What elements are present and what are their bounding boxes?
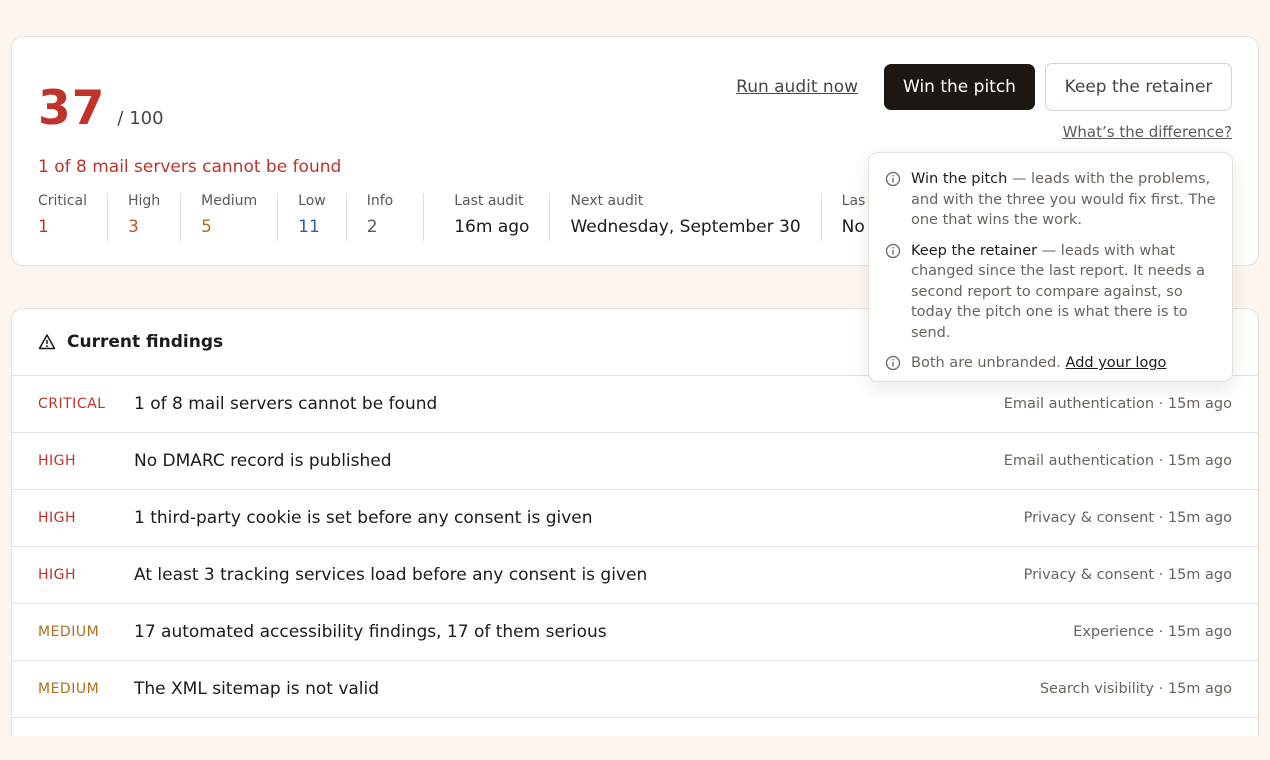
stat-info: Info 2 bbox=[367, 193, 425, 241]
finding-text: The XML sitemap is not valid bbox=[134, 679, 380, 699]
finding-row[interactable]: HIGH 1 third-party cookie is set before … bbox=[12, 490, 1258, 547]
whats-the-difference-link[interactable]: What’s the difference? bbox=[1063, 123, 1232, 141]
finding-meta: Privacy & consent · 15m ago bbox=[1023, 567, 1232, 583]
keep-retainer-button[interactable]: Keep the retainer bbox=[1045, 63, 1232, 111]
finding-row[interactable]: MEDIUM 17 automated accessibility findin… bbox=[12, 604, 1258, 661]
popover-item-win-pitch: Win the pitch — leads with the problems,… bbox=[885, 169, 1216, 231]
score-max: / 100 bbox=[117, 108, 164, 129]
stat-label: Critical bbox=[38, 193, 87, 209]
finding-meta: Experience · 15m ago bbox=[1073, 624, 1232, 640]
finding-row[interactable]: HIGH At least 3 tracking services load b… bbox=[12, 547, 1258, 604]
difference-popover: Win the pitch — leads with the problems,… bbox=[868, 152, 1233, 382]
stat-label: Next audit bbox=[570, 193, 644, 209]
popover-term: Win the pitch bbox=[911, 171, 1008, 187]
finding-text: No DMARC record is published bbox=[134, 451, 392, 471]
stat-label: Las bbox=[841, 193, 866, 209]
stat-label: Medium bbox=[201, 193, 258, 209]
stat-label: Last audit bbox=[454, 193, 524, 209]
popover-term: Keep the retainer bbox=[911, 242, 1038, 259]
info-circle-icon bbox=[885, 355, 901, 371]
stat-medium: Medium 5 bbox=[201, 193, 279, 241]
stat-value: 2 bbox=[366, 217, 378, 237]
severity-badge: CRITICAL bbox=[38, 396, 106, 412]
severity-badge: HIGH bbox=[38, 453, 77, 469]
stat-label: Low bbox=[298, 193, 326, 209]
stat-value: 1 bbox=[38, 217, 49, 237]
findings-title: Current findings bbox=[67, 332, 224, 352]
stat-high: High 3 bbox=[127, 193, 182, 241]
finding-row[interactable]: MEDIUM The XML sitemap is not valid Sear… bbox=[12, 661, 1258, 718]
page-bottom-edge bbox=[0, 736, 1270, 760]
warning-triangle-icon bbox=[38, 334, 56, 350]
add-logo-link[interactable]: Add your logo bbox=[1066, 355, 1167, 371]
stat-low: Low 11 bbox=[298, 193, 347, 241]
stat-next-audit: Next audit Wednesday, September 30 bbox=[570, 193, 822, 241]
severity-badge: HIGH bbox=[38, 567, 77, 583]
finding-row[interactable]: CRITICAL 1 of 8 mail servers cannot be f… bbox=[12, 376, 1258, 433]
stat-last-audit: Last audit 16m ago bbox=[454, 193, 551, 241]
popover-description: Both are unbranded. bbox=[911, 355, 1066, 371]
popover-item-keep-retainer: Keep the retainer — leads with what chan… bbox=[885, 241, 1216, 344]
stat-value: No bbox=[841, 217, 865, 237]
stat-value: 16m ago bbox=[454, 217, 530, 237]
win-pitch-button[interactable]: Win the pitch bbox=[884, 64, 1035, 110]
severity-badge: MEDIUM bbox=[38, 681, 100, 697]
actions: Run audit now Win the pitch Keep the ret… bbox=[736, 63, 1232, 111]
popover-text: Both are unbranded. Add your logo bbox=[911, 353, 1166, 374]
finding-meta: Search visibility · 15m ago bbox=[1039, 681, 1232, 697]
finding-text: At least 3 tracking services load before… bbox=[134, 565, 648, 585]
finding-text: 17 automated accessibility findings, 17 … bbox=[134, 622, 607, 642]
finding-meta: Email authentication · 15m ago bbox=[1003, 396, 1232, 412]
stat-value: 5 bbox=[201, 217, 212, 237]
stat-label: Info bbox=[366, 193, 394, 209]
stats-row: Critical 1 High 3 Medium 5 Low 11 Info 2… bbox=[38, 193, 905, 241]
finding-row[interactable]: HIGH No DMARC record is published Email … bbox=[12, 433, 1258, 490]
popover-item-branding: Both are unbranded. Add your logo bbox=[885, 353, 1216, 374]
stat-value: 11 bbox=[298, 217, 320, 237]
score: 37 / 100 bbox=[38, 81, 164, 136]
stat-critical: Critical 1 bbox=[38, 193, 108, 241]
info-circle-icon bbox=[885, 243, 901, 258]
finding-text: 1 of 8 mail servers cannot be found bbox=[134, 394, 438, 414]
stat-value: Wednesday, September 30 bbox=[570, 217, 801, 237]
severity-badge: HIGH bbox=[38, 510, 77, 526]
run-audit-link[interactable]: Run audit now bbox=[736, 77, 858, 97]
popover-text: Keep the retainer — leads with what chan… bbox=[911, 241, 1216, 344]
severity-badge: MEDIUM bbox=[38, 624, 100, 640]
finding-meta: Email authentication · 15m ago bbox=[1003, 453, 1232, 469]
top-alert: 1 of 8 mail servers cannot be found bbox=[38, 157, 342, 177]
finding-text: 1 third-party cookie is set before any c… bbox=[134, 508, 593, 528]
stat-label: High bbox=[127, 193, 161, 209]
info-circle-icon bbox=[885, 171, 901, 187]
stat-value: 3 bbox=[127, 217, 139, 237]
popover-text: Win the pitch — leads with the problems,… bbox=[911, 169, 1216, 231]
finding-meta: Privacy & consent · 15m ago bbox=[1023, 510, 1232, 526]
score-value: 37 bbox=[38, 81, 106, 136]
